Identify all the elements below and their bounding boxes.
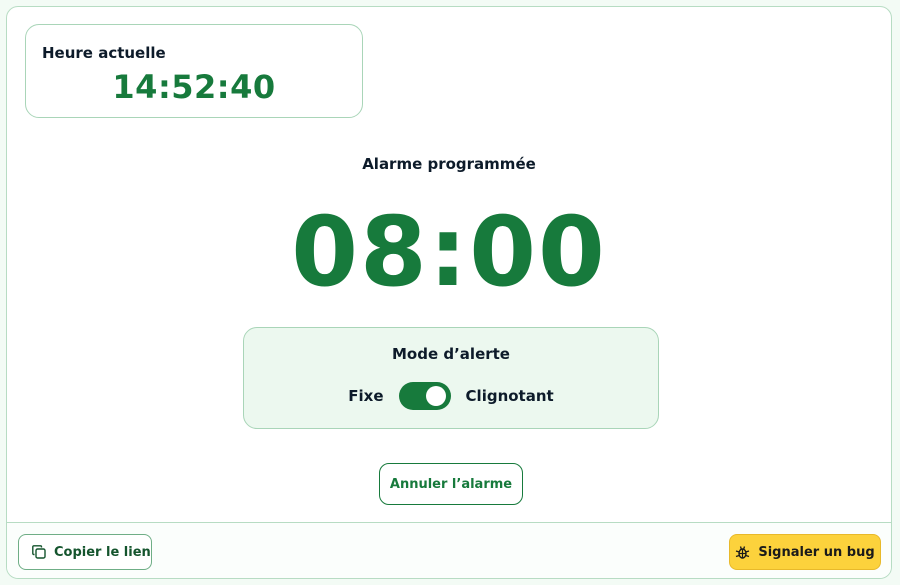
alert-mode-toggle[interactable] (398, 382, 451, 410)
alert-mode-row: Fixe Clignotant (244, 382, 658, 410)
mode-option-blinking: Clignotant (465, 387, 554, 405)
copy-icon (32, 545, 46, 559)
report-bug-button[interactable]: Signaler un bug (729, 534, 881, 570)
alarm-time-display: 08:00 (291, 196, 607, 308)
bug-icon (735, 545, 750, 560)
toggle-knob (425, 386, 446, 406)
app-window: Heure actuelle 14:52:40 Alarme programmé… (6, 6, 892, 579)
alert-mode-card: Mode d’alerte Fixe Clignotant (243, 327, 659, 429)
footer-bar: Copier le lien Signaler un bug (7, 522, 891, 578)
alarm-label: Alarme programmée (362, 155, 536, 173)
cancel-alarm-button[interactable]: Annuler l’alarme (379, 463, 523, 505)
alert-mode-title: Mode d’alerte (392, 345, 510, 363)
current-time-label: Heure actuelle (42, 44, 166, 62)
mode-option-fixed: Fixe (348, 387, 384, 405)
copy-link-button[interactable]: Copier le lien (18, 534, 152, 570)
current-time-card: Heure actuelle 14:52:40 (25, 24, 363, 118)
current-time-value: 14:52:40 (112, 68, 276, 106)
report-bug-label: Signaler un bug (758, 544, 875, 560)
copy-link-label: Copier le lien (54, 544, 151, 560)
